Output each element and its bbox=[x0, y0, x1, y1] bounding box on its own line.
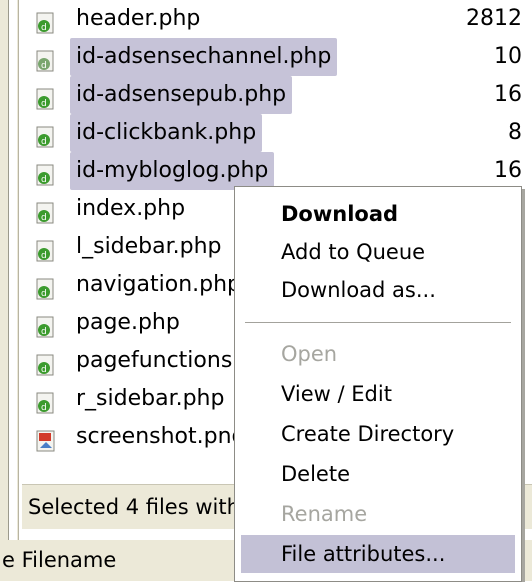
context-menu: Download Add to Queue Download as... Ope… bbox=[234, 186, 522, 582]
file-row[interactable]: d id-clickbank.php 8 bbox=[22, 114, 532, 152]
file-row[interactable]: d id-mybloglog.php 16 bbox=[22, 152, 532, 190]
file-row[interactable]: d id-adsensepub.php 16 bbox=[22, 76, 532, 114]
menu-item-add-to-queue[interactable]: Add to Queue bbox=[241, 233, 515, 271]
php-file-icon: d bbox=[36, 9, 56, 34]
file-name: id-adsensechannel.php bbox=[70, 38, 338, 76]
file-name: l_sidebar.php bbox=[76, 234, 222, 259]
menu-item-download-as[interactable]: Download as... bbox=[241, 271, 515, 309]
menu-separator bbox=[245, 322, 511, 324]
menu-item-rename: Rename bbox=[281, 502, 368, 526]
svg-text:d: d bbox=[41, 289, 47, 299]
php-file-icon: d bbox=[36, 161, 56, 186]
status-text: Selected 4 files with bbox=[28, 495, 240, 519]
php-file-icon: d bbox=[36, 85, 56, 110]
file-name: index.php bbox=[76, 196, 186, 221]
file-size: 10 bbox=[494, 44, 522, 69]
file-size: 8 bbox=[508, 120, 522, 145]
menu-item-open: Open bbox=[281, 342, 338, 366]
file-name: page.php bbox=[76, 310, 180, 335]
menu-item-view-edit[interactable]: View / Edit bbox=[241, 375, 515, 413]
svg-text:d: d bbox=[41, 327, 47, 337]
file-size: 16 bbox=[494, 82, 522, 107]
file-size: 16 bbox=[494, 158, 522, 183]
file-name: id-mybloglog.php bbox=[70, 152, 275, 190]
left-panel-edge bbox=[8, 0, 17, 540]
php-file-icon: d bbox=[36, 237, 56, 262]
php-file-icon: d bbox=[36, 123, 56, 148]
menu-item-delete[interactable]: Delete bbox=[241, 455, 515, 493]
svg-text:d: d bbox=[41, 213, 47, 223]
file-row[interactable]: d id-adsensechannel.php 10 bbox=[22, 38, 532, 76]
svg-text:d: d bbox=[41, 23, 47, 33]
file-name: r_sidebar.php bbox=[76, 386, 225, 411]
svg-text:d: d bbox=[41, 137, 47, 147]
file-name: id-clickbank.php bbox=[70, 114, 263, 152]
menu-item-download[interactable]: Download bbox=[241, 195, 515, 233]
php-file-icon: d bbox=[36, 389, 56, 414]
php-file-icon: d bbox=[36, 351, 56, 376]
php-file-icon: d bbox=[36, 199, 56, 224]
column-header-filename[interactable]: e Filename bbox=[2, 544, 116, 576]
svg-text:d: d bbox=[41, 365, 47, 375]
svg-text:d: d bbox=[41, 251, 47, 261]
file-row[interactable]: d header.php 2812 bbox=[22, 0, 532, 38]
php-file-icon: d bbox=[36, 275, 56, 300]
svg-text:d: d bbox=[41, 403, 47, 413]
file-name: header.php bbox=[76, 6, 201, 31]
svg-text:d: d bbox=[41, 99, 47, 109]
file-size: 2812 bbox=[466, 6, 522, 31]
svg-text:d: d bbox=[41, 175, 47, 185]
svg-text:d: d bbox=[41, 61, 47, 71]
window-left-border bbox=[0, 0, 19, 540]
menu-item-file-attributes[interactable]: File attributes... bbox=[241, 535, 515, 573]
menu-item-create-directory[interactable]: Create Directory bbox=[241, 415, 515, 453]
php-file-icon: d bbox=[36, 313, 56, 338]
php-file-icon: d bbox=[36, 47, 56, 72]
file-name: navigation.php bbox=[76, 272, 242, 297]
file-name: id-adsensepub.php bbox=[70, 76, 293, 114]
image-file-icon bbox=[36, 427, 56, 452]
file-name: screenshot.png bbox=[76, 424, 246, 449]
